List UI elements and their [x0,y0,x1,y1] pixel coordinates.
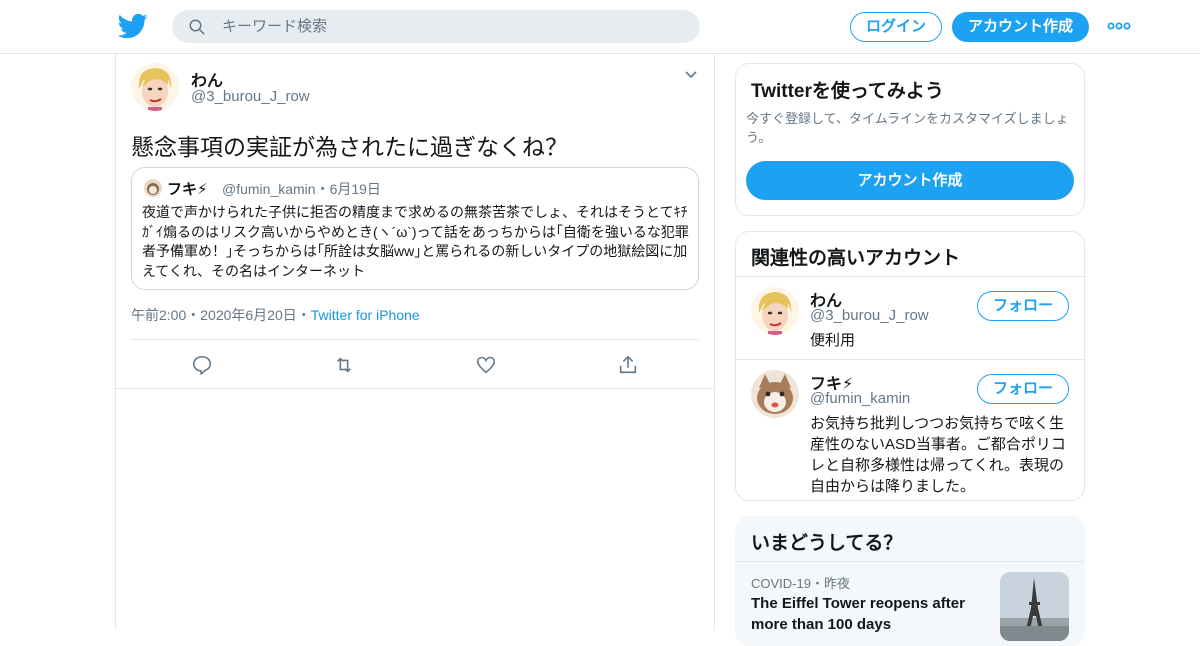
main-column: わん @3_burou_J_row 懸念事項の実証が為されたに過ぎなくね？ フキ… [115,54,715,630]
trend-meta: COVID-19・昨夜 [751,576,850,591]
tweet-date[interactable]: 2020年6月20日 [200,307,297,323]
more-options-icon[interactable] [1107,20,1131,32]
account-bio: 便利用 [810,332,856,349]
signup-prompt-card: Twitterを使ってみよう 今すぐ登録して、タイムラインをカスタマイズしましょ… [735,63,1085,216]
follow-button[interactable]: フォロー [977,291,1069,321]
retweet-icon[interactable] [333,354,355,376]
quoted-date: 6月19日 [329,181,381,197]
quoted-tweet-text: 夜道で声かけられた子供に拒否の精度まで求めるの無茶苦茶でしょ、それはそうとてｷﾁ… [142,204,689,279]
quoted-author-meta: @fumin_kamin・6月19日 [222,181,381,197]
twitter-logo-icon[interactable] [118,11,148,41]
chevron-down-icon[interactable] [684,68,698,82]
avatar[interactable] [131,63,179,111]
follow-button[interactable]: フォロー [977,374,1069,404]
create-account-button[interactable]: アカウント作成 [746,161,1074,200]
tweet-meta: 午前2:00・2020年6月20日・Twitter for iPhone [131,307,420,323]
trend-thumbnail[interactable] [1000,572,1069,641]
quoted-author-name: フキ⚡ [167,181,208,198]
trend-item[interactable]: COVID-19・昨夜 The Eiffel Tower reopens aft… [736,561,1084,645]
account-item[interactable]: わん @3_burou_J_row フォロー 便利用 [736,276,1084,360]
login-button[interactable]: ログイン [850,12,942,42]
avatar[interactable] [751,370,799,418]
trends-card: いまどうしてる？ COVID-19・昨夜 The Eiffel Tower re… [735,516,1085,646]
tweet-text: 懸念事項の実証が為されたに過ぎなくね？ [131,134,568,160]
account-item[interactable]: フキ⚡ @fumin_kamin フォロー お気持ち批判しつつお気持ちで呟く生産… [736,359,1084,500]
quoted-avatar [144,179,162,197]
top-navigation-bar: ログイン アカウント作成 [0,0,1200,54]
search-box[interactable] [172,10,700,43]
account-handle[interactable]: @3_burou_J_row [810,307,929,324]
account-handle[interactable]: @fumin_kamin [810,390,910,407]
tweet-source-link[interactable]: Twitter for iPhone [311,307,420,323]
related-accounts-card: 関連性の高いアカウント わん @3_burou_J_row フォロー 便利用 フ… [735,231,1085,501]
trends-title: いまどうしてる？ [751,533,903,554]
like-icon[interactable] [475,354,497,376]
tweet-actions [131,339,699,389]
avatar[interactable] [751,287,799,335]
quoted-tweet[interactable]: フキ⚡ @fumin_kamin・6月19日 夜道で声かけられた子供に拒否の精度… [131,167,699,290]
tweet-time[interactable]: 午前2:00 [131,307,186,323]
signup-prompt-title: Twitterを使ってみよう [751,81,944,102]
signup-button[interactable]: アカウント作成 [952,12,1089,42]
trend-headline[interactable]: The Eiffel Tower reopens after more than… [751,593,996,635]
share-icon[interactable] [617,354,639,376]
account-bio: お気持ち批判しつつお気持ちで呟く生産性のないASD当事者。ご都合ポリコレと自称多… [810,415,1066,495]
signup-prompt-description: 今すぐ登録して、タイムラインをカスタマイズしましょう。 [746,111,1069,145]
reply-icon[interactable] [191,354,213,376]
search-input[interactable] [222,10,682,43]
related-accounts-title: 関連性の高いアカウント [751,248,961,269]
tweet: わん @3_burou_J_row 懸念事項の実証が為されたに過ぎなくね？ フキ… [116,54,714,389]
search-icon [189,19,205,35]
quoted-author-handle: @fumin_kamin [222,181,316,197]
author-handle[interactable]: @3_burou_J_row [191,88,310,105]
